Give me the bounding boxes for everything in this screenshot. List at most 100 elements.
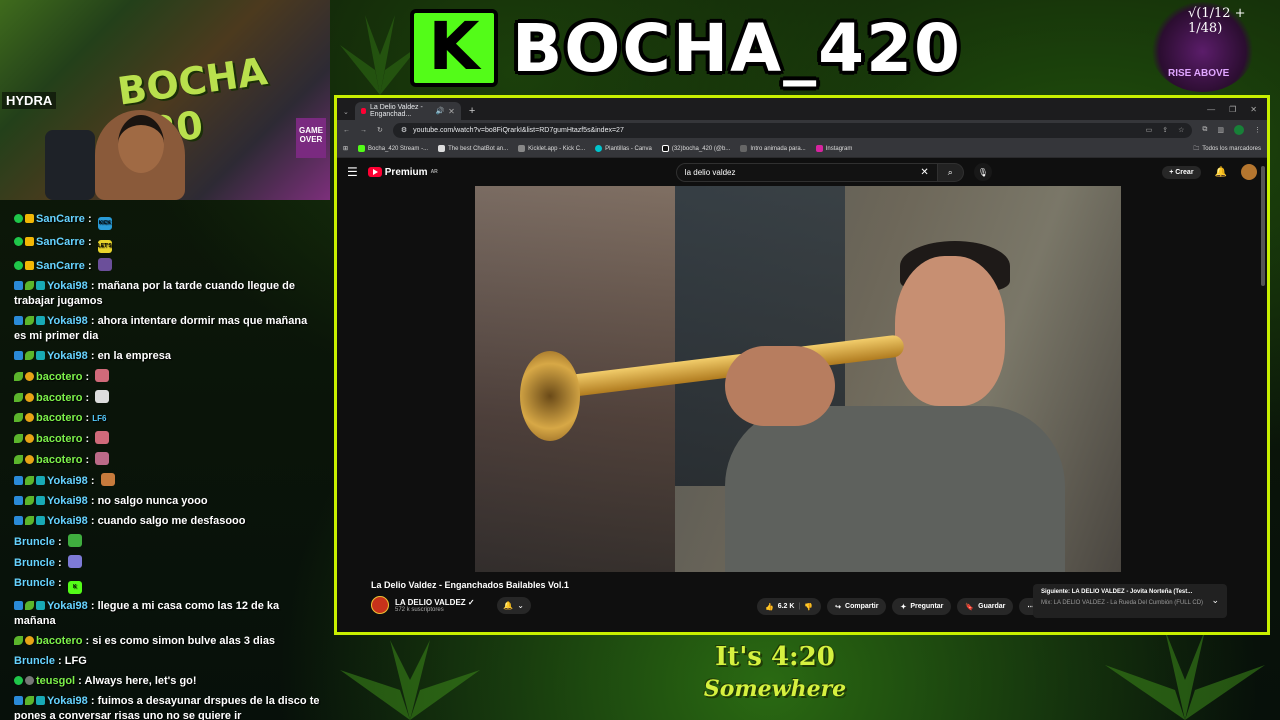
chat-emote-icon bbox=[67, 534, 82, 547]
chat-username[interactable]: Bruncle bbox=[14, 577, 55, 589]
maximize-icon[interactable]: ❐ bbox=[1229, 105, 1236, 114]
chat-username[interactable]: Bruncle bbox=[14, 536, 55, 548]
new-tab-button[interactable]: + bbox=[469, 105, 475, 117]
extensions-icon[interactable]: ⧉ bbox=[1202, 126, 1207, 134]
apps-grid-icon[interactable]: ⊞ bbox=[343, 145, 348, 152]
streamer-head bbox=[118, 115, 164, 173]
search-icon[interactable]: ⌕ bbox=[937, 162, 964, 182]
tab-youtube[interactable]: La Delio Valdez - Enganchad... 🔊 ✕ bbox=[354, 102, 461, 120]
up-next-mix: Mix: LA DELIO VALDEZ - La Rueda Del Cumb… bbox=[1041, 600, 1204, 606]
chat-username[interactable]: bacotero bbox=[36, 392, 82, 404]
chat-message: Yokai98 : no salgo nunca yooo bbox=[14, 494, 320, 509]
bookmark-star-icon[interactable]: ☆ bbox=[1178, 126, 1184, 134]
webcam-gameover-sign: GAME OVER bbox=[296, 118, 326, 158]
expand-chevron-icon[interactable]: ⌄ bbox=[1211, 595, 1219, 606]
bookmark-item[interactable]: Plantillas - Canva bbox=[595, 145, 652, 152]
sidebar-icon[interactable]: ▥ bbox=[1217, 126, 1224, 134]
bookmark-item[interactable]: Instagram bbox=[815, 145, 852, 152]
chat-message: bacotero : bbox=[14, 390, 320, 406]
chat-username[interactable]: Yokai98 bbox=[47, 495, 88, 507]
chat-separator: : bbox=[82, 433, 93, 445]
search-query-text: la delio valdez bbox=[684, 167, 736, 177]
chat-username[interactable]: Yokai98 bbox=[47, 280, 88, 292]
verified-icon: ✓ bbox=[467, 597, 475, 607]
save-button[interactable]: 🔖 Guardar bbox=[957, 598, 1014, 615]
notifications-bell-icon[interactable]: 🔔 bbox=[1215, 167, 1227, 178]
bookmark-item[interactable]: Intro animada para... bbox=[740, 145, 806, 152]
bookmark-icon: 🔖 bbox=[965, 603, 975, 611]
profile-avatar[interactable] bbox=[1234, 125, 1244, 135]
chat-username[interactable]: Yokai98 bbox=[47, 350, 88, 362]
share-icon[interactable]: ⇪ bbox=[1162, 126, 1168, 134]
video-player[interactable] bbox=[475, 186, 1121, 572]
cannabis-leaf-decoration-left bbox=[340, 640, 480, 720]
chat-username[interactable]: Yokai98 bbox=[47, 515, 88, 527]
ask-button[interactable]: ✦ Preguntar bbox=[892, 598, 952, 615]
chat-separator: : bbox=[84, 260, 95, 272]
bookmark-item[interactable]: (32)bocha_420 (@b... bbox=[661, 145, 730, 152]
up-next-card[interactable]: Siguiente: LA DELIO VALDEZ - Jovita Nort… bbox=[1033, 584, 1227, 618]
subscription-bell-button[interactable]: 🔔 ⌄ bbox=[496, 596, 531, 614]
gold-badge-icon bbox=[25, 393, 34, 402]
youtube-search-input[interactable]: la delio valdez ✕ bbox=[675, 162, 938, 182]
chat-username[interactable]: Yokai98 bbox=[47, 475, 88, 487]
tab-search-chevron-icon[interactable]: ⌄ bbox=[343, 108, 349, 116]
site-info-icon[interactable]: ⚙ bbox=[401, 126, 407, 134]
chat-username[interactable]: bacotero bbox=[36, 371, 82, 383]
minimize-icon[interactable]: — bbox=[1207, 105, 1215, 114]
chat-username[interactable]: teusgol bbox=[36, 675, 75, 687]
subscriber-count: 572 k suscriptores bbox=[395, 606, 444, 613]
channel-avatar[interactable] bbox=[371, 596, 389, 614]
channel-name[interactable]: LA DELIO VALDEZ ✓ bbox=[395, 598, 475, 607]
page-favicon-icon bbox=[740, 145, 748, 152]
green-badge-icon bbox=[14, 261, 23, 270]
chat-separator: : bbox=[87, 600, 98, 612]
webcam-feed: BOCHA 420 HYDRA GAME OVER bbox=[0, 0, 330, 200]
create-button[interactable]: + Crear bbox=[1162, 165, 1201, 179]
user-avatar[interactable] bbox=[1241, 164, 1257, 180]
chat-username[interactable]: Yokai98 bbox=[47, 695, 88, 707]
chat-username[interactable]: Bruncle bbox=[14, 557, 55, 569]
share-button[interactable]: ↪ Compartir bbox=[827, 598, 887, 615]
bookmark-item[interactable]: The best ChatBot an... bbox=[438, 145, 508, 152]
leaf-badge-icon bbox=[14, 393, 23, 402]
url-bar[interactable]: ⚙ youtube.com/watch?v=bo8FiQrarkI&list=R… bbox=[392, 122, 1193, 138]
chat-username[interactable]: SanCarre bbox=[36, 213, 85, 225]
chat-username[interactable]: Yokai98 bbox=[47, 600, 88, 612]
leaf-badge-icon bbox=[14, 372, 23, 381]
chat-username[interactable]: SanCarre bbox=[36, 236, 85, 248]
hamburger-menu-icon[interactable]: ☰ bbox=[347, 165, 358, 179]
chat-username[interactable]: bacotero bbox=[36, 635, 82, 647]
tab-close-icon[interactable]: ✕ bbox=[448, 107, 455, 116]
blue-badge-icon bbox=[14, 496, 23, 505]
leaf-badge-icon bbox=[14, 413, 23, 422]
microphone-icon[interactable]: 🎙 bbox=[973, 163, 992, 181]
page-scrollbar[interactable] bbox=[1261, 166, 1265, 286]
chat-username[interactable]: bacotero bbox=[36, 412, 82, 424]
back-icon[interactable]: ← bbox=[343, 127, 350, 134]
chat-separator: : bbox=[87, 315, 98, 327]
like-button[interactable]: 👍 6.2 K | 👎 bbox=[757, 598, 822, 615]
video-trumpeter-shirt bbox=[725, 406, 1065, 572]
chat-separator: : bbox=[54, 655, 65, 667]
chat-username[interactable]: bacotero bbox=[36, 433, 82, 445]
menu-kebab-icon[interactable]: ⋮ bbox=[1254, 126, 1261, 134]
chat-message: Bruncle : bbox=[14, 555, 320, 571]
chat-username[interactable]: Bruncle bbox=[14, 655, 55, 667]
chat-text: Always here, let's go! bbox=[84, 675, 197, 687]
close-window-icon[interactable]: ✕ bbox=[1250, 105, 1257, 114]
clear-search-icon[interactable]: ✕ bbox=[920, 167, 928, 178]
chat-username[interactable]: SanCarre bbox=[36, 260, 85, 272]
reload-icon[interactable]: ↻ bbox=[377, 126, 383, 134]
bookmark-item[interactable]: Kicklet.app - Kick C... bbox=[518, 145, 585, 152]
forward-icon[interactable]: → bbox=[360, 127, 367, 134]
bookmark-item[interactable]: Bocha_420 Stream -... bbox=[358, 145, 428, 152]
cast-icon[interactable]: ▭ bbox=[1146, 126, 1153, 134]
all-bookmarks[interactable]: 🗀 Todos los marcadores bbox=[1193, 144, 1261, 154]
chat-username[interactable]: Yokai98 bbox=[47, 315, 88, 327]
chat-username[interactable]: bacotero bbox=[36, 454, 82, 466]
chat-separator: : bbox=[87, 475, 98, 487]
youtube-premium-logo[interactable]: Premium AR bbox=[367, 167, 438, 178]
chat-separator: : bbox=[54, 557, 65, 569]
teal-badge-icon bbox=[36, 351, 45, 360]
